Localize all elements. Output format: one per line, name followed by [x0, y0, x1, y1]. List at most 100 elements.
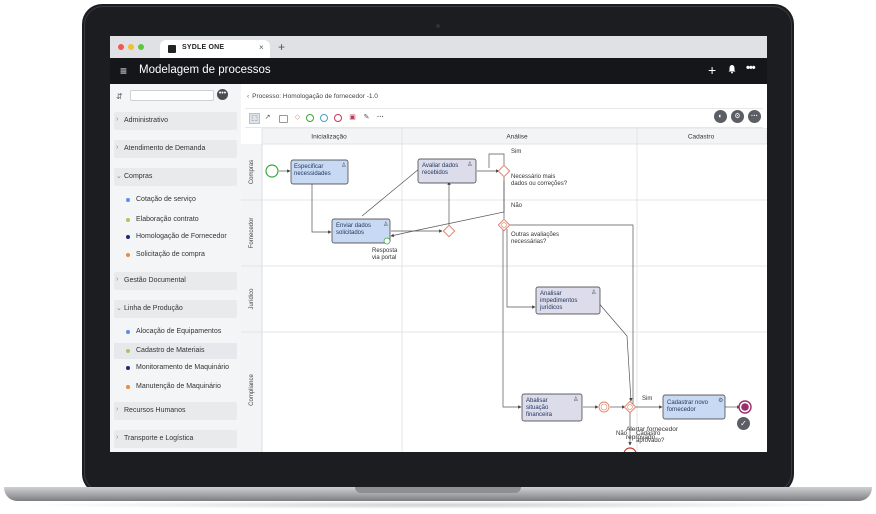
more-icon[interactable]: ••• — [746, 62, 756, 74]
sidebar-item-elaboracao[interactable]: Elaboração contrato — [114, 212, 237, 228]
sidebar-item-label: Monitoramento de Maquinário — [136, 364, 229, 371]
label-q2-line2: necessárias? — [511, 239, 547, 245]
label-q2-line1: Outras avaliações — [511, 232, 559, 238]
sidebar-group-atendimento[interactable]: › Atendimento de Demanda — [114, 140, 237, 158]
laptop-shadow — [20, 501, 856, 509]
camera — [436, 24, 440, 28]
filter-icon[interactable]: ⇵ — [116, 92, 123, 101]
bullet-icon — [126, 349, 130, 353]
sidebar-item-alocacao[interactable]: Alocação de Equipamentos — [114, 324, 237, 340]
menu-icon[interactable]: ≡ — [120, 64, 127, 78]
main-panel: ‹ Processo: Homologação de fornecedor -1.… — [241, 84, 767, 452]
browser-tab-bar: SYDLE ONE × + — [110, 36, 767, 58]
sidebar-item-label: Solicitação de compra — [136, 251, 205, 258]
sidebar-item-solicitacao[interactable]: Solicitação de compra — [114, 247, 237, 263]
alert-label-line1: Alertar fornecedor — [626, 426, 679, 433]
task-enviar-dados[interactable]: Enviar dados solicitados ♙ — [331, 218, 391, 245]
minimize-window-dot[interactable] — [128, 44, 134, 50]
gateway-1[interactable] — [442, 224, 456, 238]
export-icon[interactable]: ◐ — [714, 110, 727, 123]
sidebar-group-label: Administrativo — [124, 117, 168, 124]
bell-icon[interactable] — [727, 64, 737, 74]
user-task-icon: ♙ — [383, 221, 388, 228]
add-icon[interactable]: + — [708, 62, 716, 78]
sidebar-group-label: Gestão Documental — [124, 277, 186, 284]
sidebar-group-linha[interactable]: ⌄ Linha de Produção — [114, 300, 237, 318]
options-icon[interactable]: ··· — [748, 110, 761, 123]
lane-juridico: Jurídico — [249, 288, 255, 310]
select-tool-icon[interactable]: ⬚ — [249, 113, 260, 124]
breadcrumb: ‹ Processo: Homologação de fornecedor -1.… — [247, 93, 378, 100]
task-avaliar-dados[interactable]: Avaliar dados recebidos ♙ — [417, 158, 477, 184]
intermediate-event[interactable] — [598, 401, 610, 413]
bullet-icon — [126, 366, 130, 370]
bullet-icon — [126, 218, 130, 222]
boundary-event — [383, 237, 391, 245]
tab-close-icon[interactable]: × — [259, 43, 264, 52]
settings-icon[interactable]: ⚙ — [731, 110, 744, 123]
flow-gw3-to-t5 — [502, 230, 522, 409]
sidebar-more-icon[interactable]: ••• — [217, 89, 228, 100]
label-sim-1: Sim — [511, 149, 521, 155]
sidebar-group-compras[interactable]: ⌄ Compras — [114, 168, 237, 186]
task-label-line: Abalisar — [526, 398, 548, 404]
flow-t4-to-gw5 — [595, 299, 633, 402]
sidebar-item-label: Alocação de Equipamentos — [136, 328, 222, 335]
subprocess-tool-icon[interactable]: ▣ — [348, 113, 357, 122]
bpmn-diagram: Inicialização Análise Cadastro Compras F… — [241, 128, 767, 452]
sidebar-item-cotacao[interactable]: Cotação de serviço — [114, 192, 237, 208]
back-chevron-icon[interactable]: ‹ — [247, 93, 249, 100]
sidebar-search-input[interactable] — [130, 90, 214, 101]
sidebar-group-administrativo[interactable]: › Administrativo — [114, 112, 237, 130]
task-label-line: solicitados — [336, 230, 364, 236]
close-window-dot[interactable] — [118, 44, 124, 50]
more-tools-icon[interactable]: ··· — [376, 113, 385, 122]
task-analisar-impedimentos[interactable]: Analisar impedimentos jurídicos ♙ — [535, 286, 601, 315]
lane-fornecedor: Fornecedor — [249, 218, 255, 249]
chevron-down-icon: ⌄ — [116, 173, 122, 180]
annotation-tool-icon[interactable]: ✎ — [362, 113, 371, 122]
chevron-right-icon: › — [116, 144, 119, 151]
sidebar-item-label: Homologação de Fornecedor — [136, 233, 227, 240]
sidebar-item-homologacao[interactable]: Homologação de Fornecedor — [114, 229, 237, 245]
sidebar-group-transporte[interactable]: › Transporte e Logística — [114, 430, 237, 448]
end-event[interactable] — [738, 400, 752, 414]
sidebar-group-label: Linha de Produção — [124, 305, 183, 312]
sidebar-item-label: Manutenção de Maquinário — [136, 383, 221, 390]
browser-tab[interactable]: SYDLE ONE × — [160, 40, 270, 58]
maximize-window-dot[interactable] — [138, 44, 144, 50]
sidebar-group-label: Atendimento de Demanda — [124, 145, 206, 152]
task-label-line: necessidades — [294, 171, 331, 177]
start-event[interactable] — [265, 164, 279, 178]
sidebar-group-gestao[interactable]: › Gestão Documental — [114, 272, 237, 290]
gateway-tool-icon[interactable]: ◇ — [293, 113, 302, 122]
bullet-icon — [126, 253, 130, 257]
task-tool-icon[interactable] — [279, 115, 288, 123]
alert-event[interactable] — [623, 447, 637, 452]
gateway-2[interactable] — [497, 164, 511, 178]
label-q1-line2: dados ou correções? — [511, 181, 568, 187]
chevron-right-icon: › — [116, 116, 119, 123]
sidebar-item-manutencao[interactable]: Manutenção de Maquinário — [114, 379, 237, 395]
start-event-tool-icon[interactable] — [306, 114, 314, 122]
gateway-3[interactable] — [497, 218, 511, 232]
gateway-5[interactable] — [623, 400, 637, 414]
phase-analise: Análise — [506, 134, 528, 141]
sidebar-item-monitoramento[interactable]: Monitoramento de Maquinário — [114, 360, 237, 376]
sidebar-item-cadastro-materiais[interactable]: Cadastro de Materiais — [114, 343, 237, 359]
intermediate-event-tool-icon[interactable] — [320, 114, 328, 122]
phase-inicializacao: Inicialização — [311, 134, 347, 141]
user-task-icon: ♙ — [591, 289, 596, 296]
end-event-tool-icon[interactable] — [334, 114, 342, 122]
task-analisar-financeira[interactable]: Abalisar situação financeira ♙ — [521, 393, 583, 422]
check-button[interactable]: ✓ — [737, 417, 750, 430]
screen: SYDLE ONE × + ≡ Modelagem de processos +… — [110, 36, 767, 452]
connector-tool-icon[interactable]: ↗ — [263, 113, 272, 122]
task-cadastrar-fornecedor[interactable]: Cadastrar novo fornecedor ⚙ — [662, 394, 726, 420]
sidebar-group-rh[interactable]: › Recursos Humanos — [114, 402, 237, 420]
gear-task-icon: ⚙ — [718, 397, 723, 404]
task-especificar-necessidades[interactable]: Especificar necessidades ♙ — [290, 159, 349, 185]
user-task-icon: ♙ — [341, 162, 346, 169]
new-tab-button[interactable]: + — [278, 40, 285, 54]
app-title: Modelagem de processos — [139, 64, 271, 76]
